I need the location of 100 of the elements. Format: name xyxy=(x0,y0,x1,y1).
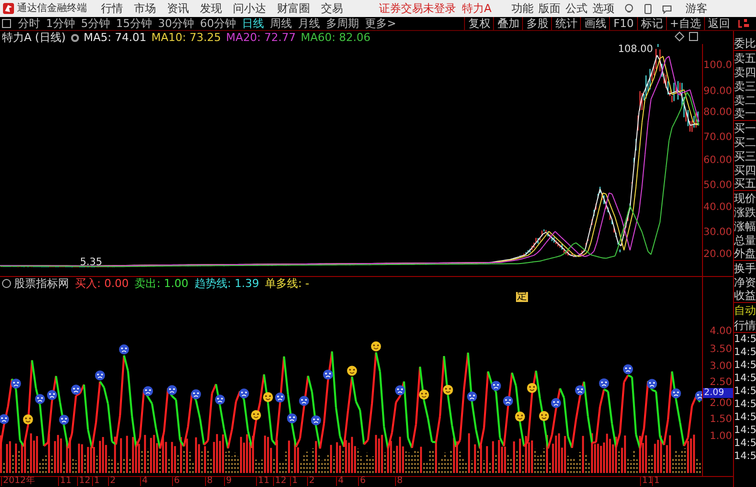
menu-item[interactable]: 公式 xyxy=(566,3,588,14)
toolbar-button[interactable]: 多股 xyxy=(522,17,552,30)
axis-label: 2.00 xyxy=(710,399,732,409)
menu-item[interactable]: 发现 xyxy=(200,3,222,14)
toolbar-button[interactable]: 标记 xyxy=(636,17,666,30)
sad-face-icon xyxy=(299,396,309,406)
axis-label: 6 xyxy=(358,477,366,486)
axis-label: 100.0 xyxy=(703,61,732,71)
toolbar-button[interactable]: 返回 xyxy=(704,17,733,30)
quote-field-label: 买二 xyxy=(734,135,756,149)
trade-time: 14:5 xyxy=(734,450,756,463)
quote-field-label: 总量 xyxy=(734,233,756,247)
sad-face-icon xyxy=(323,370,333,380)
period-tab[interactable]: 5分钟 xyxy=(78,18,113,29)
menu-item[interactable]: 问小达 xyxy=(233,3,266,14)
sad-face-icon xyxy=(491,380,501,391)
menu-item[interactable]: 财富圈 xyxy=(277,3,310,14)
sad-face-icon xyxy=(59,414,69,425)
period-tab[interactable]: 周线 xyxy=(267,18,295,29)
trade-time: 14:5 xyxy=(734,346,756,359)
menu-item[interactable]: 版面 xyxy=(538,3,561,14)
trade-time: 14:5 xyxy=(734,333,756,346)
low-price-label: 5.35 xyxy=(80,258,102,268)
quote-field-label: 买四 xyxy=(734,163,756,177)
toolbar-button[interactable]: 画线 xyxy=(580,17,610,30)
axis-label: 1 xyxy=(652,477,660,486)
sad-face-icon xyxy=(95,370,105,380)
phone-icon[interactable] xyxy=(642,4,653,14)
sad-face-icon xyxy=(395,385,405,396)
quote-field-label: 现价 xyxy=(734,191,756,205)
trade-time: 14:5 xyxy=(734,411,756,424)
axis-label: 40.00 xyxy=(703,203,732,213)
quote-field-label: 换手 xyxy=(734,261,756,275)
smiley-face-icon xyxy=(539,411,549,422)
toolbar-button[interactable]: F10 xyxy=(609,17,637,30)
trade-time: 14:5 xyxy=(734,424,756,437)
axis-label: 50.00 xyxy=(703,181,732,191)
quote-field-label: 委比 xyxy=(734,37,756,51)
sad-face-icon xyxy=(467,392,477,402)
menu-item[interactable]: 市场 xyxy=(134,3,156,14)
axis-label: 1 xyxy=(92,477,100,486)
axis-label: 2 xyxy=(108,477,116,486)
axis-label: 11 xyxy=(256,477,270,486)
period-tab[interactable]: 15分钟 xyxy=(113,18,155,29)
sad-face-icon xyxy=(215,394,225,405)
indicator-value: 卖出: 1.00 xyxy=(134,278,188,289)
user-name[interactable]: 游客 xyxy=(686,3,708,14)
trade-time: 14:5 xyxy=(734,385,756,398)
period-tab[interactable]: 60分钟 xyxy=(197,18,239,29)
smiley-face-icon xyxy=(347,366,357,376)
settings-icon[interactable] xyxy=(2,279,11,288)
axis-label: 1 xyxy=(290,477,298,486)
signal-marker: 定 xyxy=(516,292,528,302)
axis-label: 4.00 xyxy=(710,327,732,337)
period-tab[interactable]: 更多> xyxy=(362,18,400,29)
period-tab[interactable]: 日线 xyxy=(239,18,267,29)
menu-item[interactable]: 选项 xyxy=(592,3,615,14)
menu-item[interactable]: 交易 xyxy=(321,3,343,14)
menu-item[interactable]: 功能 xyxy=(512,3,534,14)
panel-toggle-icon[interactable] xyxy=(2,19,11,28)
sad-face-icon xyxy=(167,385,177,396)
indicator-value: 买入: 0.00 xyxy=(75,278,129,289)
quote-field-label: 净资 xyxy=(734,275,756,289)
stock-name: 特力A xyxy=(462,3,492,14)
period-tab[interactable]: 月线 xyxy=(295,18,323,29)
period-tab[interactable]: 30分钟 xyxy=(155,18,197,29)
period-tab[interactable]: 分时 xyxy=(15,18,43,29)
smiley-face-icon xyxy=(527,382,537,393)
current-value-label: 2.09 xyxy=(703,388,733,398)
axis-label: 30.00 xyxy=(703,228,732,238)
window-icon[interactable] xyxy=(689,32,698,41)
axis-label: 60.00 xyxy=(703,156,732,166)
toolbar-button[interactable]: 统计 xyxy=(551,17,580,30)
axis-label: 8 xyxy=(205,477,213,486)
settings-icon[interactable] xyxy=(70,34,79,42)
login-status[interactable]: 证券交易未登录 xyxy=(379,3,456,14)
quote-field-label: 卖一 xyxy=(734,107,756,121)
menu-item[interactable]: 资讯 xyxy=(167,3,189,14)
period-tab[interactable]: 1分钟 xyxy=(43,18,78,29)
axis-label: 3.00 xyxy=(710,362,732,372)
toolbar-button[interactable]: 复权 xyxy=(464,17,494,30)
high-price-label: 108.00 xyxy=(618,45,653,55)
menu-item[interactable]: 行情 xyxy=(101,3,123,14)
sad-face-icon xyxy=(239,388,249,399)
sad-face-icon xyxy=(143,386,153,396)
quote-field-label: 买五 xyxy=(734,177,756,191)
toolbar-button[interactable]: 叠加 xyxy=(493,17,522,30)
sad-face-icon xyxy=(551,398,561,408)
section-label: 行情 xyxy=(734,318,756,333)
toolbar-button[interactable]: +自选 xyxy=(666,17,704,30)
level2-icon[interactable] xyxy=(738,18,750,29)
period-tab[interactable]: 多周期 xyxy=(323,18,362,29)
quote-field-label: 涨跌 xyxy=(734,205,756,219)
sad-face-icon xyxy=(311,415,321,426)
axis-label: 1.50 xyxy=(710,415,732,425)
message-icon[interactable] xyxy=(662,4,672,14)
mode-label[interactable]: 自动 xyxy=(734,303,756,318)
trade-time: 14:5 xyxy=(734,359,756,372)
lightbulb-icon[interactable] xyxy=(624,4,634,14)
sad-face-icon xyxy=(695,390,702,401)
